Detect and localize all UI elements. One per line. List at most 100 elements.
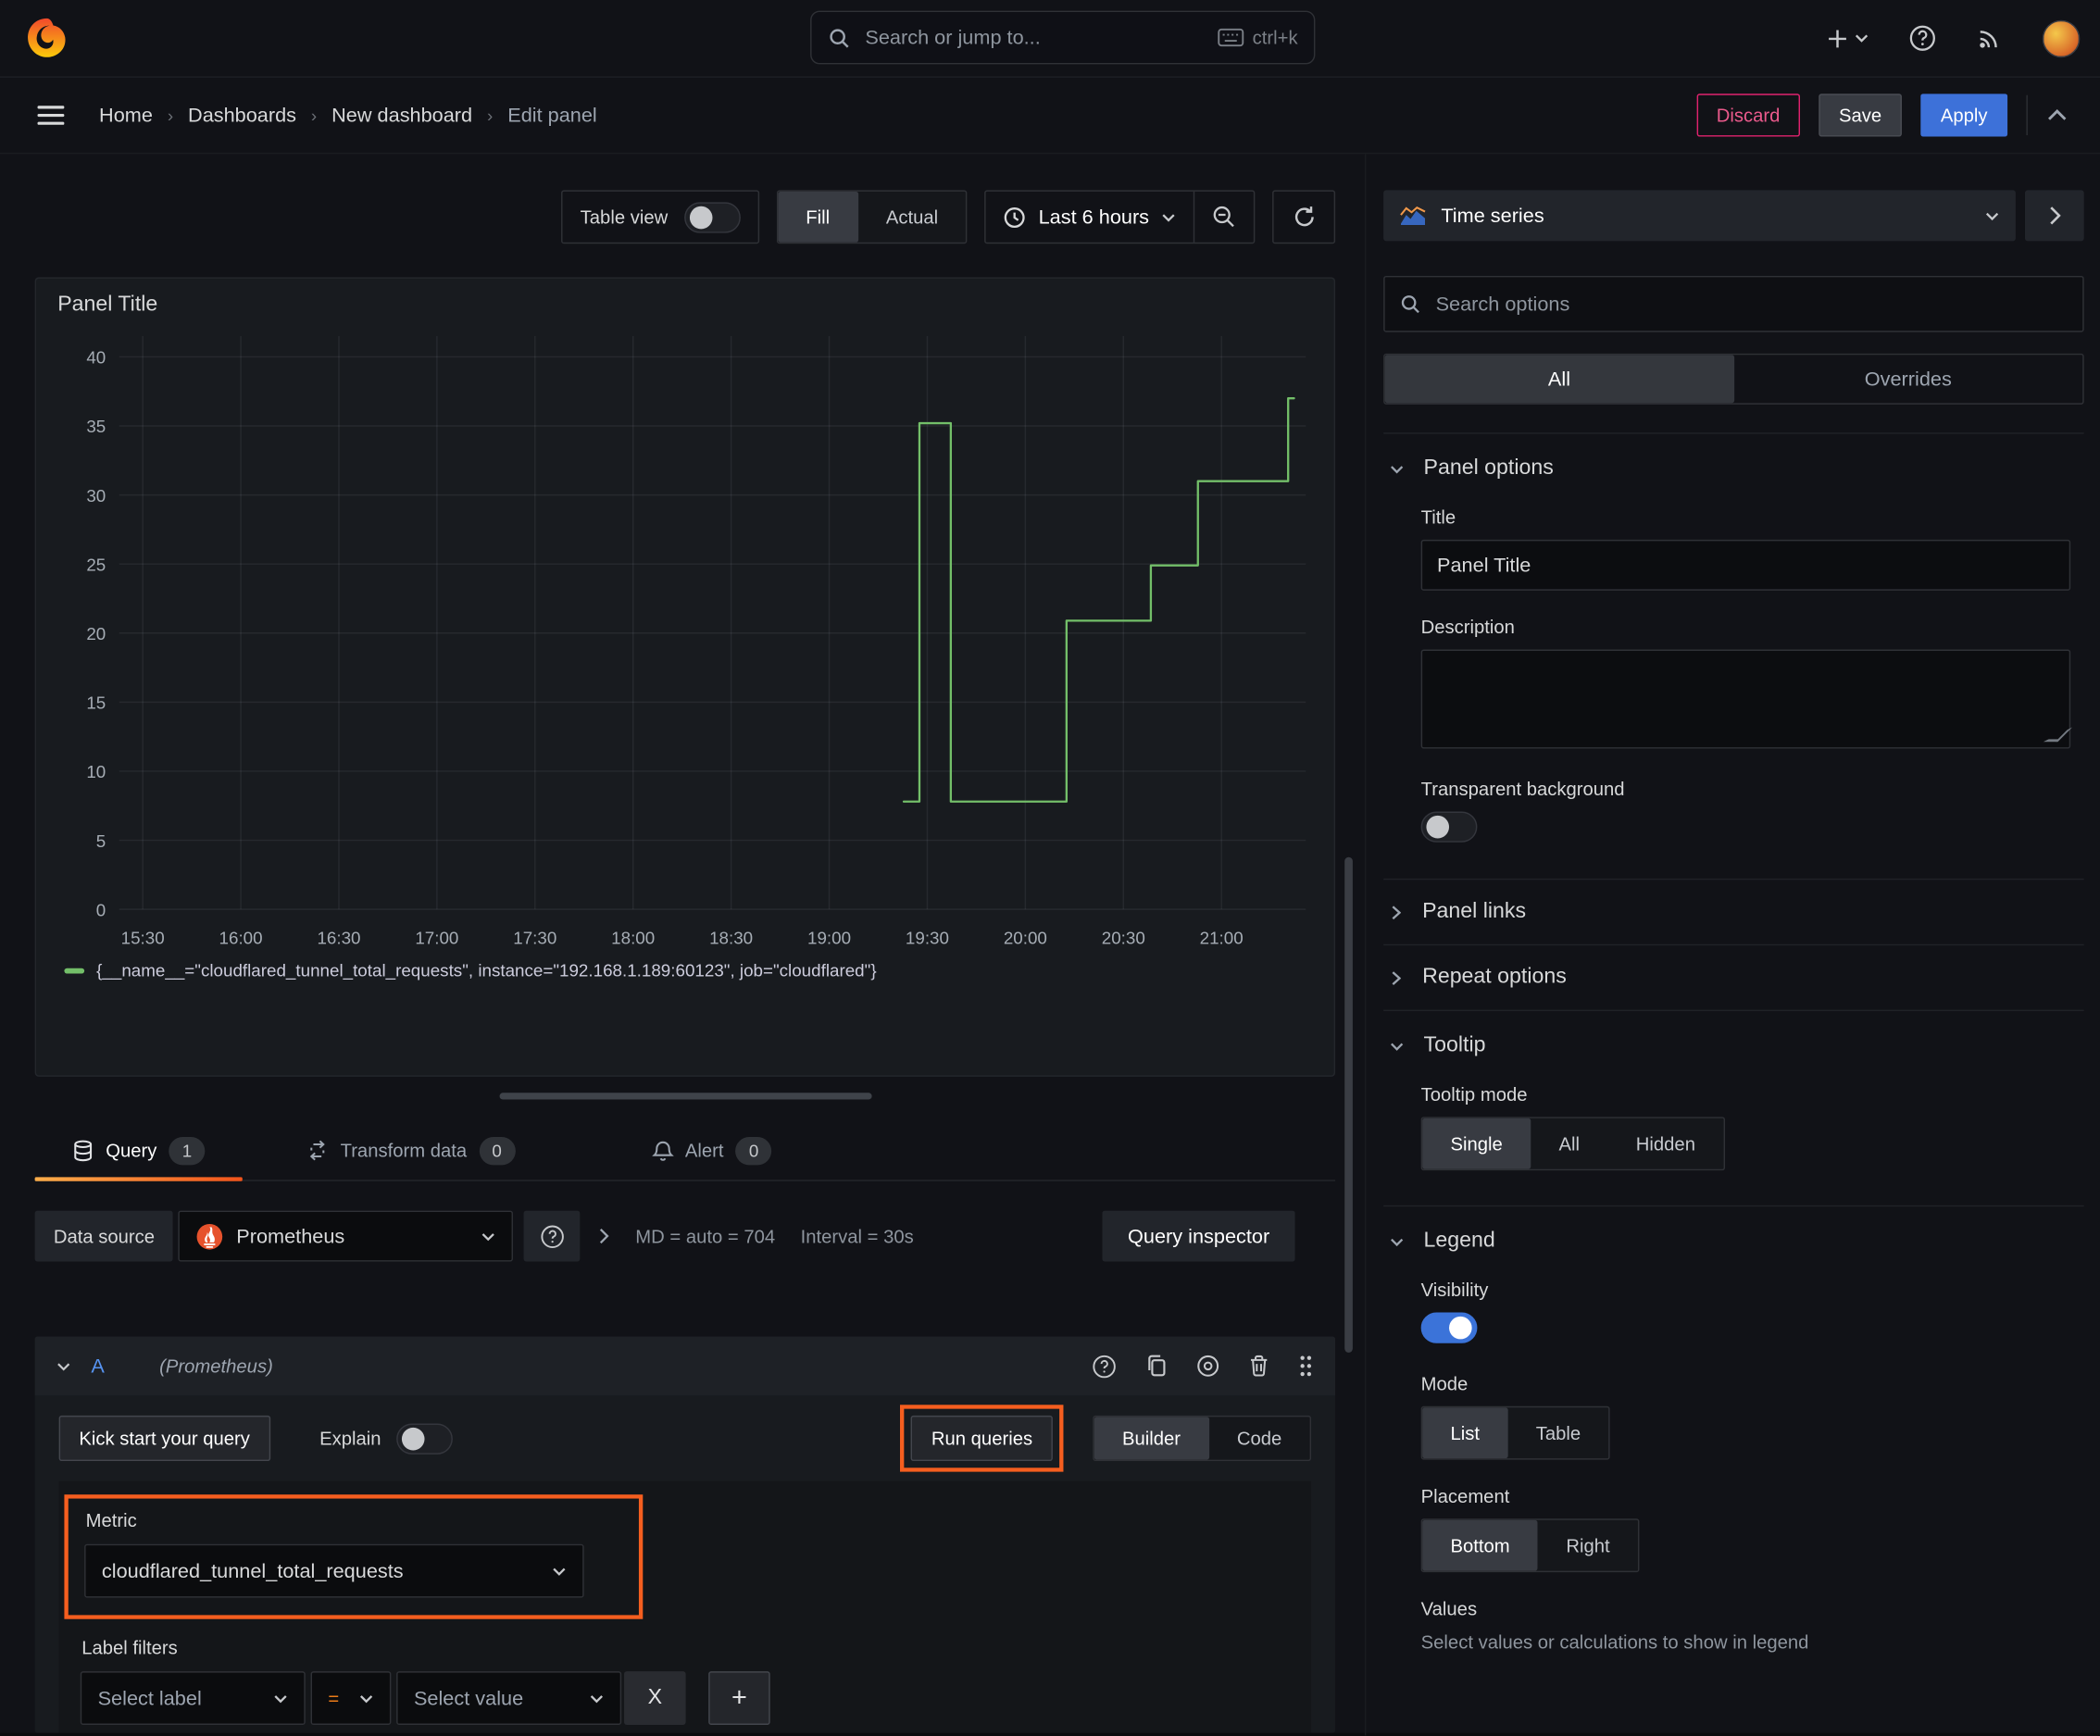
refresh-button[interactable] — [1272, 190, 1336, 244]
query-inspector-button[interactable]: Query inspector — [1102, 1210, 1295, 1262]
time-range-group: Last 6 hours — [984, 190, 1256, 244]
panel-title-input[interactable] — [1420, 539, 2071, 591]
code-option[interactable]: Code — [1208, 1417, 1309, 1459]
legend-item[interactable]: {__name__="cloudflared_tunnel_total_requ… — [64, 960, 1333, 980]
chevron-down-icon — [481, 1231, 496, 1241]
legend-table-option[interactable]: Table — [1507, 1407, 1608, 1458]
tab-overrides[interactable]: Overrides — [1733, 355, 2082, 403]
panel-toolbar: Table view Fill Actual Last 6 hours — [35, 190, 1336, 244]
builder-option[interactable]: Builder — [1094, 1417, 1209, 1460]
datasource-select[interactable]: Prometheus — [179, 1210, 514, 1262]
query-ref-id: A — [91, 1355, 105, 1378]
chevron-down-icon[interactable] — [56, 1361, 71, 1370]
toggle-viz-picker-button[interactable] — [2024, 190, 2084, 242]
datasource-help-button[interactable] — [524, 1210, 581, 1262]
trash-icon[interactable] — [1248, 1354, 1269, 1378]
section-tooltip[interactable]: Tooltip — [1383, 1011, 2083, 1058]
title-field-label: Title — [1420, 506, 1456, 528]
add-icon[interactable] — [1827, 28, 1869, 49]
repeat-options-label: Repeat options — [1422, 965, 1567, 989]
chevron-down-icon — [359, 1693, 374, 1703]
tab-query[interactable]: Query 1 — [34, 1121, 243, 1181]
add-filter-button[interactable]: + — [708, 1671, 770, 1725]
grafana-logo-icon[interactable] — [24, 16, 69, 61]
section-panel-options[interactable]: Panel options — [1383, 434, 2083, 481]
chevron-down-icon — [1161, 212, 1176, 221]
divider — [2026, 94, 2028, 136]
legend-visibility-toggle[interactable] — [1420, 1312, 1478, 1343]
metric-select[interactable]: cloudflared_tunnel_total_requests — [84, 1543, 584, 1598]
breadcrumb-home[interactable]: Home — [99, 104, 153, 127]
legend-visibility-label: Visibility — [1420, 1279, 1489, 1301]
select-value-dropdown[interactable]: Select value — [396, 1671, 622, 1725]
drag-handle-icon[interactable] — [1298, 1354, 1314, 1378]
save-button[interactable]: Save — [1819, 94, 1902, 137]
tab-transform[interactable]: Transform data 0 — [269, 1121, 553, 1180]
query-row-header[interactable]: A (Prometheus) — [34, 1336, 1336, 1396]
remove-filter-button[interactable]: X — [624, 1671, 686, 1725]
breadcrumb-new-dashboard[interactable]: New dashboard — [331, 104, 472, 127]
tab-alert[interactable]: Alert 0 — [614, 1121, 809, 1180]
select-label-dropdown[interactable]: Select label — [80, 1671, 306, 1725]
collapse-up-icon[interactable] — [2046, 108, 2068, 121]
panel-resize-handle[interactable] — [498, 1093, 871, 1100]
table-view-toggle[interactable] — [683, 201, 741, 232]
section-panel-links[interactable]: Panel links — [1383, 880, 2083, 943]
help-icon[interactable] — [1908, 24, 1936, 52]
help-icon[interactable] — [1092, 1354, 1117, 1379]
apply-button[interactable]: Apply — [1920, 94, 2008, 137]
chevron-right-icon[interactable] — [599, 1228, 610, 1244]
user-avatar[interactable] — [2042, 19, 2081, 57]
transparent-bg-toggle[interactable] — [1420, 811, 1478, 843]
vertical-scrollbar-thumb[interactable] — [1344, 856, 1353, 1353]
explain-toggle[interactable] — [395, 1422, 453, 1455]
rss-icon[interactable] — [1977, 25, 2002, 50]
chevron-down-icon — [589, 1693, 604, 1703]
metric-label: Metric — [85, 1509, 137, 1531]
shortcut-label: ctrl+k — [1252, 26, 1298, 49]
tooltip-hidden-option[interactable]: Hidden — [1607, 1118, 1723, 1169]
search-input[interactable] — [862, 24, 1206, 51]
panel-description-textarea[interactable] — [1420, 649, 2071, 749]
zoom-out-button[interactable] — [1193, 191, 1254, 243]
time-range-picker[interactable]: Last 6 hours — [986, 192, 1194, 243]
run-queries-button[interactable]: Run queries — [911, 1415, 1053, 1462]
svg-text:21:00: 21:00 — [1200, 929, 1244, 948]
eye-icon[interactable] — [1196, 1354, 1220, 1378]
operator-dropdown[interactable]: = — [310, 1671, 392, 1725]
svg-text:30: 30 — [86, 486, 106, 506]
section-repeat-options[interactable]: Repeat options — [1383, 945, 2083, 1009]
chevron-down-icon — [1985, 211, 2000, 220]
svg-text:16:00: 16:00 — [219, 929, 263, 948]
tooltip-all-option[interactable]: All — [1531, 1118, 1607, 1169]
kickstart-button[interactable]: Kick start your query — [58, 1415, 270, 1462]
chevron-right-icon: › — [310, 105, 318, 126]
placement-right-option[interactable]: Right — [1538, 1520, 1638, 1571]
copy-icon[interactable] — [1145, 1354, 1169, 1378]
visualization-select[interactable]: Time series — [1383, 190, 2016, 242]
promql-builder: Metric cloudflared_tunnel_total_requests… — [58, 1480, 1312, 1733]
actual-option[interactable]: Actual — [857, 192, 966, 243]
svg-text:19:30: 19:30 — [906, 929, 949, 948]
chevron-right-icon: › — [487, 105, 494, 126]
hamburger-icon[interactable] — [37, 105, 65, 126]
chevron-down-icon — [1390, 1042, 1404, 1051]
options-search[interactable] — [1383, 275, 2084, 332]
svg-text:15: 15 — [86, 693, 106, 713]
discard-button[interactable]: Discard — [1696, 94, 1801, 137]
search-icon — [1400, 293, 1421, 315]
svg-text:20:30: 20:30 — [1102, 929, 1145, 948]
timeseries-chart[interactable]: 0 5 10 15 20 25 30 35 40 15:30 16:00 16:30 17:00 17:3… — [52, 320, 1312, 960]
fill-option[interactable]: Fill — [777, 191, 858, 243]
section-legend[interactable]: Legend — [1383, 1206, 2083, 1254]
placement-bottom-option[interactable]: Bottom — [1422, 1519, 1539, 1571]
panel-links-label: Panel links — [1422, 899, 1527, 923]
chevron-down-icon — [552, 1567, 567, 1576]
legend-list-option[interactable]: List — [1422, 1407, 1508, 1459]
options-search-input[interactable] — [1432, 291, 2069, 318]
transform-icon — [306, 1140, 328, 1161]
global-search[interactable]: ctrl+k — [810, 10, 1316, 65]
tooltip-single-option[interactable]: Single — [1422, 1118, 1531, 1169]
tab-all[interactable]: All — [1384, 355, 1734, 404]
breadcrumb-dashboards[interactable]: Dashboards — [188, 104, 296, 127]
